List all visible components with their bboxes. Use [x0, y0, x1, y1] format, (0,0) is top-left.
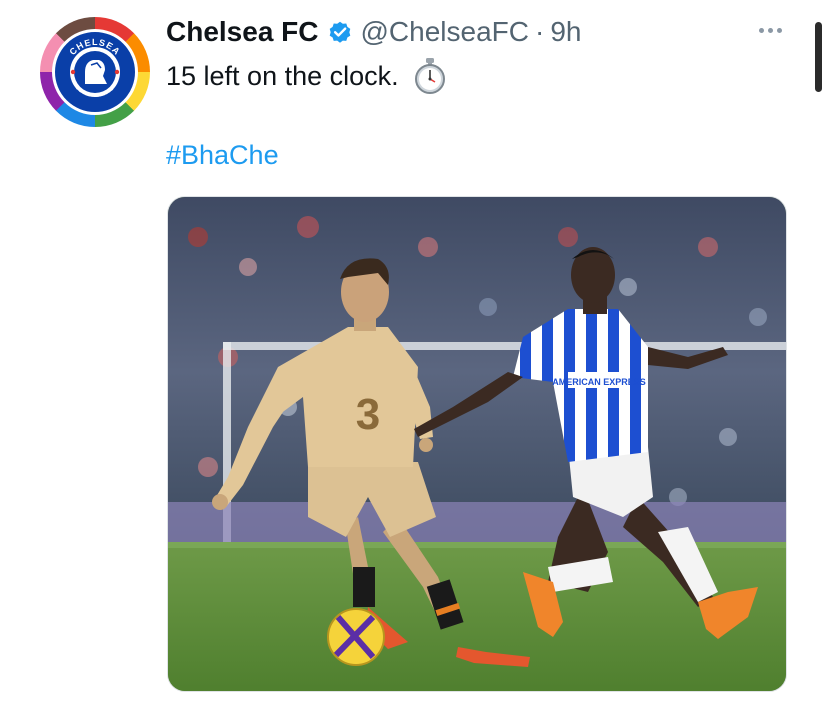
- tweet-header: Chelsea FC @ChelseaFC · 9h: [166, 12, 581, 52]
- more-options-icon[interactable]: [752, 18, 788, 42]
- separator-dot: ·: [534, 16, 545, 47]
- tweet-text-content: 15 left on the clock.: [166, 60, 399, 91]
- tweet-photo[interactable]: 3 AMERICAN EXPRESS: [167, 196, 787, 692]
- stopwatch-icon: [413, 57, 447, 95]
- match-photo: 3 AMERICAN EXPRESS: [168, 197, 786, 691]
- timestamp[interactable]: 9h: [550, 16, 581, 48]
- tweet-text: 15 left on the clock.: [166, 57, 447, 95]
- verified-badge-icon: [327, 19, 353, 45]
- scrollbar[interactable]: [815, 22, 822, 92]
- hashtag-link[interactable]: #BhaChe: [166, 140, 279, 171]
- chelsea-crest-icon: CHELSEA FOOTBALL CLUB: [52, 29, 138, 115]
- avatar[interactable]: CHELSEA FOOTBALL CLUB: [40, 17, 150, 127]
- shirt-number: 3: [356, 390, 380, 439]
- football-icon: [327, 608, 385, 666]
- display-name[interactable]: Chelsea FC: [166, 16, 319, 48]
- handle[interactable]: @ChelseaFC: [361, 16, 529, 48]
- tweet: CHELSEA FOOTBALL CLUB Chelsea FC @Chelse…: [0, 0, 829, 703]
- shirt-sponsor: AMERICAN EXPRESS: [552, 377, 646, 387]
